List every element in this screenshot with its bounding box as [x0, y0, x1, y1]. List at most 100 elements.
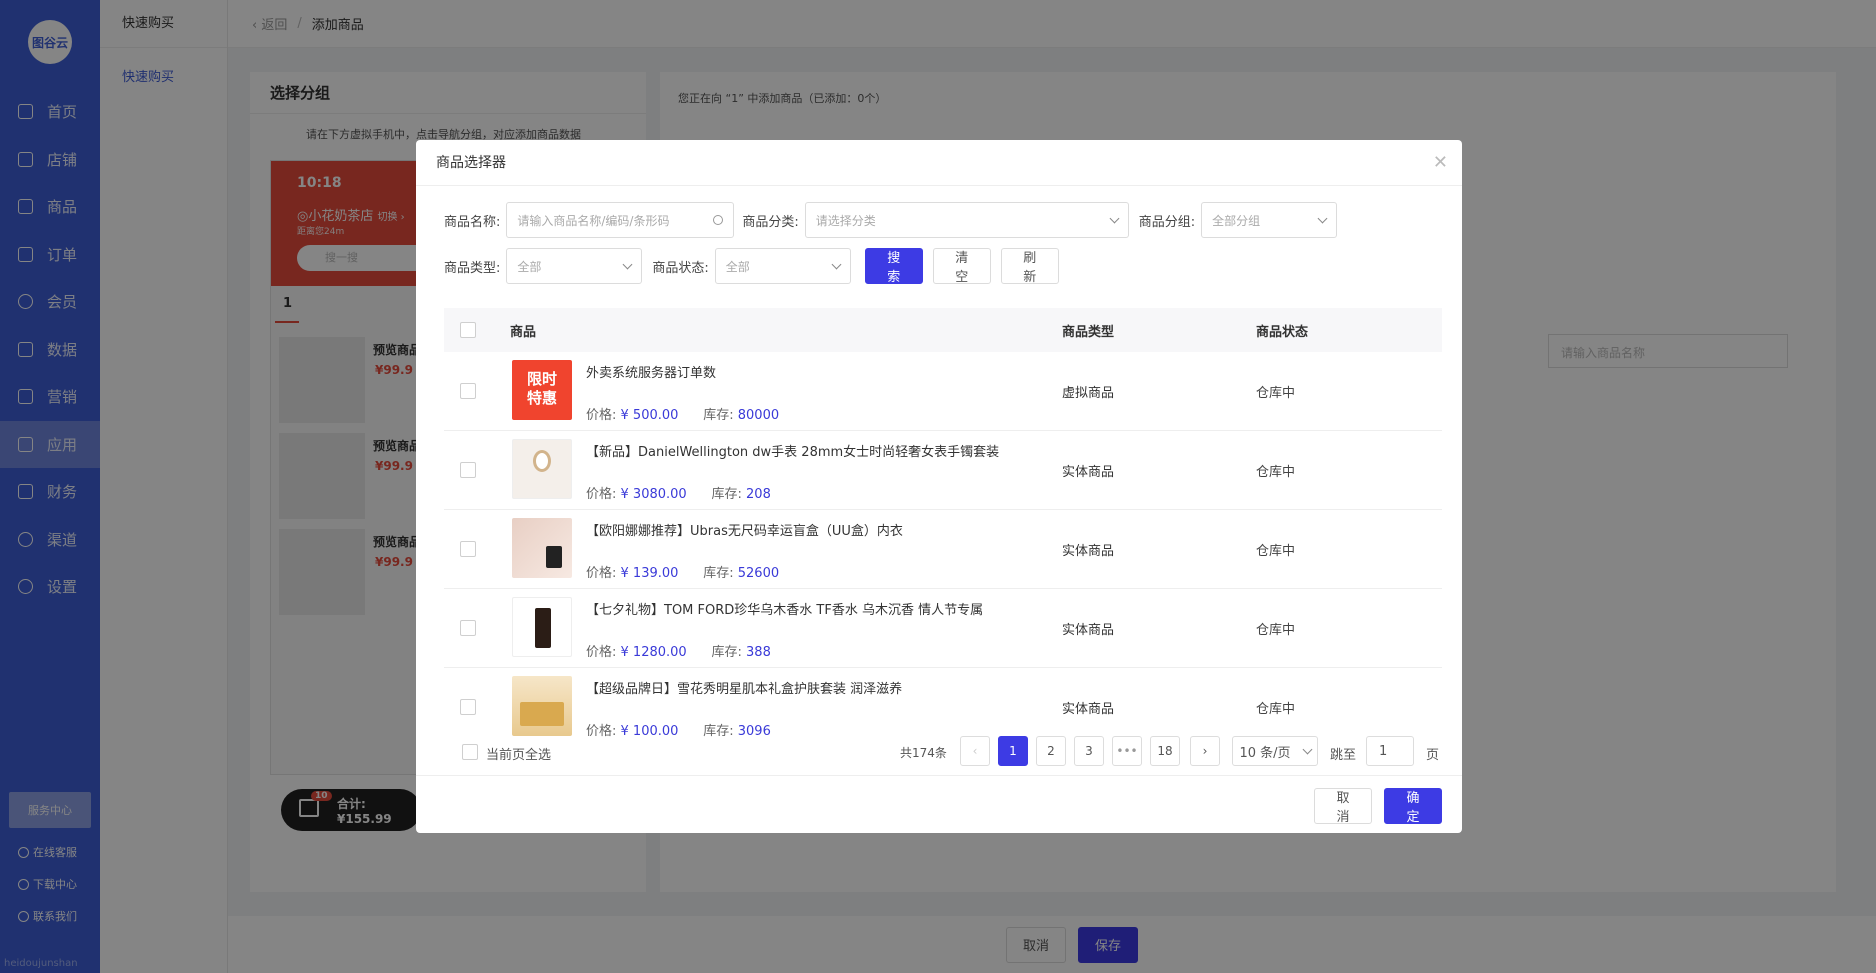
product-price: ¥ 139.00 — [620, 566, 679, 581]
product-meta: 价格: ¥ 3080.00 库存: 208 — [586, 483, 771, 502]
close-icon[interactable]: ✕ — [1433, 152, 1448, 173]
product-type: 实体商品 — [1062, 465, 1115, 480]
group-label: 商品分组: — [1138, 214, 1196, 230]
row-checkbox[interactable] — [460, 462, 476, 478]
status-value: 全部 — [725, 259, 750, 274]
select-page-label: 当前页全选 — [486, 748, 552, 763]
product-name: 【新品】DanielWellington dw手表 28mm女士时尚轻奢女表手镯… — [586, 445, 1000, 460]
product-meta: 价格: ¥ 1280.00 库存: 388 — [586, 641, 771, 660]
product-type: 实体商品 — [1062, 544, 1115, 559]
goods-table-body: 限时特惠 外卖系统服务器订单数 价格: ¥ 500.00 库存: 80000 虚… — [444, 352, 1442, 747]
table-row[interactable]: 【新品】DanielWellington dw手表 28mm女士时尚轻奢女表手镯… — [444, 431, 1442, 510]
product-name: 【七夕礼物】TOM FORD珍华乌木香水 TF香水 乌木沉香 情人节专属 — [586, 603, 984, 618]
type-label: 商品类型: — [444, 260, 501, 276]
product-meta: 价格: ¥ 500.00 库存: 80000 — [586, 404, 779, 423]
row-checkbox[interactable] — [460, 541, 476, 557]
chevron-down-icon — [1109, 213, 1120, 223]
filter-row-1: 商品名称: 请输入商品名称/编码/条形码 商品分类: 请选择分类 商品分组: 全… — [444, 202, 1338, 238]
type-value: 全部 — [517, 259, 542, 274]
row-checkbox[interactable] — [460, 699, 476, 715]
group-value: 全部分组 — [1212, 213, 1261, 228]
stock-label: 库存: — [703, 408, 734, 423]
select-all-checkbox[interactable] — [460, 322, 476, 338]
product-stock: 80000 — [737, 408, 780, 423]
group-select[interactable]: 全部分组 — [1201, 202, 1338, 238]
table-row[interactable]: 限时特惠 外卖系统服务器订单数 价格: ¥ 500.00 库存: 80000 虚… — [444, 352, 1442, 431]
modal-cancel-button[interactable]: 取消 — [1314, 788, 1372, 825]
product-name: 外卖系统服务器订单数 — [586, 366, 717, 381]
row-checkbox[interactable] — [460, 383, 476, 399]
jump-page-input[interactable]: 1 — [1366, 736, 1414, 766]
product-price: ¥ 1280.00 — [620, 645, 687, 660]
product-stock: 52600 — [737, 566, 780, 581]
column-type: 商品类型 — [1062, 325, 1115, 340]
product-name: 【超级品牌日】雪花秀明星肌本礼盒护肤套装 润泽滋养 — [586, 682, 903, 697]
page-3[interactable]: 3 — [1074, 736, 1104, 766]
price-label: 价格: — [586, 487, 617, 502]
product-thumbnail — [512, 439, 572, 499]
clear-button[interactable]: 清空 — [932, 248, 991, 285]
name-placeholder: 请输入商品名称/编码/条形码 — [517, 213, 670, 228]
box-image — [546, 546, 562, 568]
goods-selector-modal: 商品选择器 ✕ 商品名称: 请输入商品名称/编码/条形码 商品分类: 请选择分类… — [416, 140, 1462, 833]
category-select[interactable]: 请选择分类 — [804, 202, 1129, 238]
row-checkbox[interactable] — [460, 620, 476, 636]
category-placeholder: 请选择分类 — [815, 213, 876, 228]
product-status: 仓库中 — [1256, 465, 1296, 480]
product-type: 实体商品 — [1062, 702, 1115, 717]
column-goods: 商品 — [510, 325, 537, 340]
table-header: 商品 商品类型 商品状态 — [444, 308, 1442, 352]
refresh-button[interactable]: 刷新 — [1000, 248, 1059, 285]
product-stock: 208 — [746, 487, 771, 502]
stock-label: 库存: — [703, 566, 734, 581]
page-18[interactable]: 18 — [1150, 736, 1180, 766]
product-status: 仓库中 — [1256, 544, 1296, 559]
search-icon — [713, 215, 724, 225]
thumbnail-text: 限时特惠 — [526, 370, 557, 407]
chevron-down-icon — [831, 259, 842, 269]
product-name: 【欧阳娜娜推荐】Ubras无尺码幸运盲盒（UU盒）内衣 — [586, 524, 903, 539]
product-price: ¥ 500.00 — [620, 408, 679, 423]
total-count: 共174条 — [900, 746, 947, 760]
product-meta: 价格: ¥ 139.00 库存: 52600 — [586, 562, 779, 581]
price-label: 价格: — [586, 645, 617, 660]
page-size-select[interactable]: 10 条/页 — [1232, 736, 1318, 766]
table-row[interactable]: 【七夕礼物】TOM FORD珍华乌木香水 TF香水 乌木沉香 情人节专属 价格:… — [444, 589, 1442, 668]
select-page-checkbox[interactable] — [462, 744, 478, 760]
chevron-down-icon — [622, 259, 633, 269]
perfume-image — [535, 608, 551, 648]
page-unit: 页 — [1426, 748, 1440, 763]
type-select[interactable]: 全部 — [506, 248, 643, 284]
table-row[interactable]: 【欧阳娜娜推荐】Ubras无尺码幸运盲盒（UU盒）内衣 价格: ¥ 139.00… — [444, 510, 1442, 589]
product-thumbnail — [512, 676, 572, 736]
product-status: 仓库中 — [1256, 623, 1296, 638]
page-2[interactable]: 2 — [1036, 736, 1066, 766]
stock-label: 库存: — [711, 645, 742, 660]
product-status: 仓库中 — [1256, 702, 1296, 717]
page-size-value: 10 条/页 — [1239, 745, 1291, 761]
next-page-button[interactable]: › — [1190, 736, 1220, 766]
product-status: 仓库中 — [1256, 386, 1296, 401]
prev-page-button[interactable]: ‹ — [960, 736, 990, 766]
product-thumbnail — [512, 518, 572, 578]
chevron-down-icon — [1302, 744, 1312, 754]
modal-title: 商品选择器 — [416, 140, 1462, 186]
name-search-input[interactable]: 请输入商品名称/编码/条形码 — [506, 202, 735, 238]
status-label: 商品状态: — [652, 260, 709, 276]
status-select[interactable]: 全部 — [714, 248, 851, 284]
page-1[interactable]: 1 — [998, 736, 1028, 766]
modal-confirm-button[interactable]: 确定 — [1384, 788, 1442, 825]
modal-footer: 取消 确定 — [416, 775, 1462, 833]
giftbox-image — [520, 702, 564, 726]
price-label: 价格: — [586, 566, 617, 581]
category-label: 商品分类: — [742, 214, 799, 230]
search-button[interactable]: 搜索 — [864, 248, 923, 285]
product-stock: 388 — [746, 645, 771, 660]
product-thumbnail: 限时特惠 — [512, 360, 572, 420]
stock-label: 库存: — [711, 487, 742, 502]
chevron-down-icon — [1317, 213, 1328, 223]
page-ellipsis[interactable]: ••• — [1112, 736, 1142, 766]
watch-image — [533, 450, 551, 472]
product-type: 虚拟商品 — [1062, 386, 1115, 401]
jump-label: 跳至 — [1330, 748, 1357, 763]
